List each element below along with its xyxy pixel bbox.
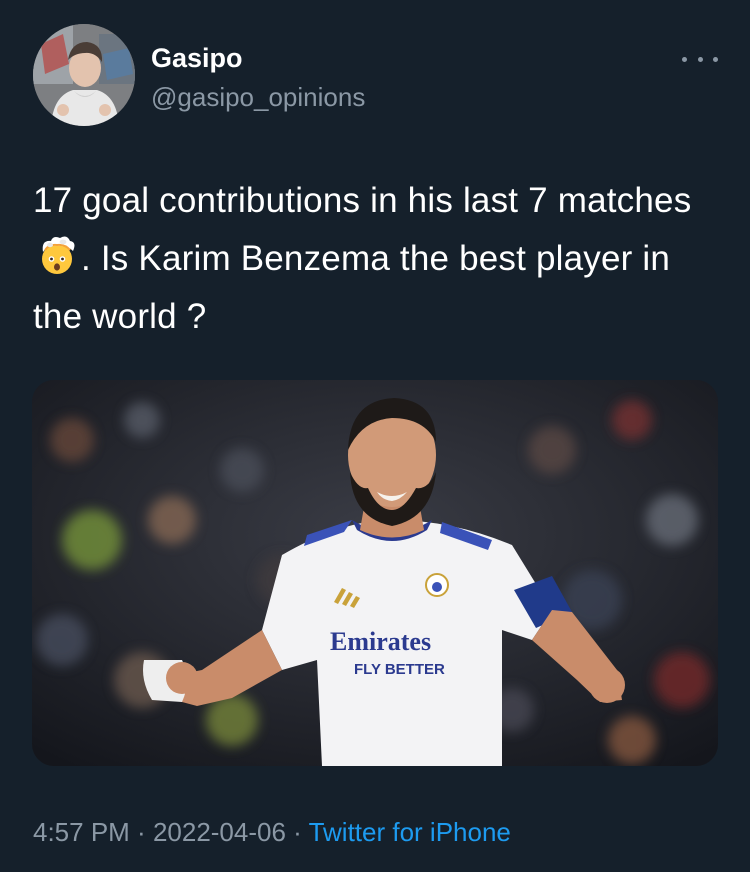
- tweet-time: 4:57 PM: [33, 817, 130, 847]
- more-options-button[interactable]: [678, 46, 722, 72]
- kit-slogan-text: FLY BETTER: [354, 661, 445, 678]
- player-photo-icon: Emirates FLY BETTER: [32, 380, 718, 766]
- ellipsis-icon: [713, 56, 718, 62]
- profile-photo-icon: [33, 24, 135, 126]
- tweet-footer: 4:57 PM · 2022-04-06 · Twitter for iPhon…: [33, 812, 511, 852]
- kit-sponsor-text: Emirates: [330, 627, 431, 656]
- tweet-text-part2: . Is Karim Benzema the best player in th…: [33, 239, 671, 336]
- footer-separator: ·: [129, 817, 153, 847]
- tweet-text-part1: 17 goal contributions in his last 7 matc…: [33, 181, 692, 220]
- display-name[interactable]: Gasipo: [151, 40, 243, 76]
- avatar[interactable]: [33, 24, 135, 126]
- exploding-head-emoji-icon: [35, 234, 79, 278]
- tweet-image[interactable]: Emirates FLY BETTER: [32, 380, 718, 766]
- ellipsis-icon: [697, 56, 703, 62]
- tweet-card: Gasipo @gasipo_opinions 17 goal contribu…: [0, 0, 750, 872]
- ellipsis-icon: [682, 56, 687, 62]
- footer-separator: ·: [285, 817, 309, 847]
- tweet-text: 17 goal contributions in his last 7 matc…: [33, 172, 723, 346]
- user-handle[interactable]: @gasipo_opinions: [151, 80, 365, 114]
- tweet-source-link[interactable]: Twitter for iPhone: [309, 817, 511, 847]
- tweet-date: 2022-04-06: [152, 817, 286, 847]
